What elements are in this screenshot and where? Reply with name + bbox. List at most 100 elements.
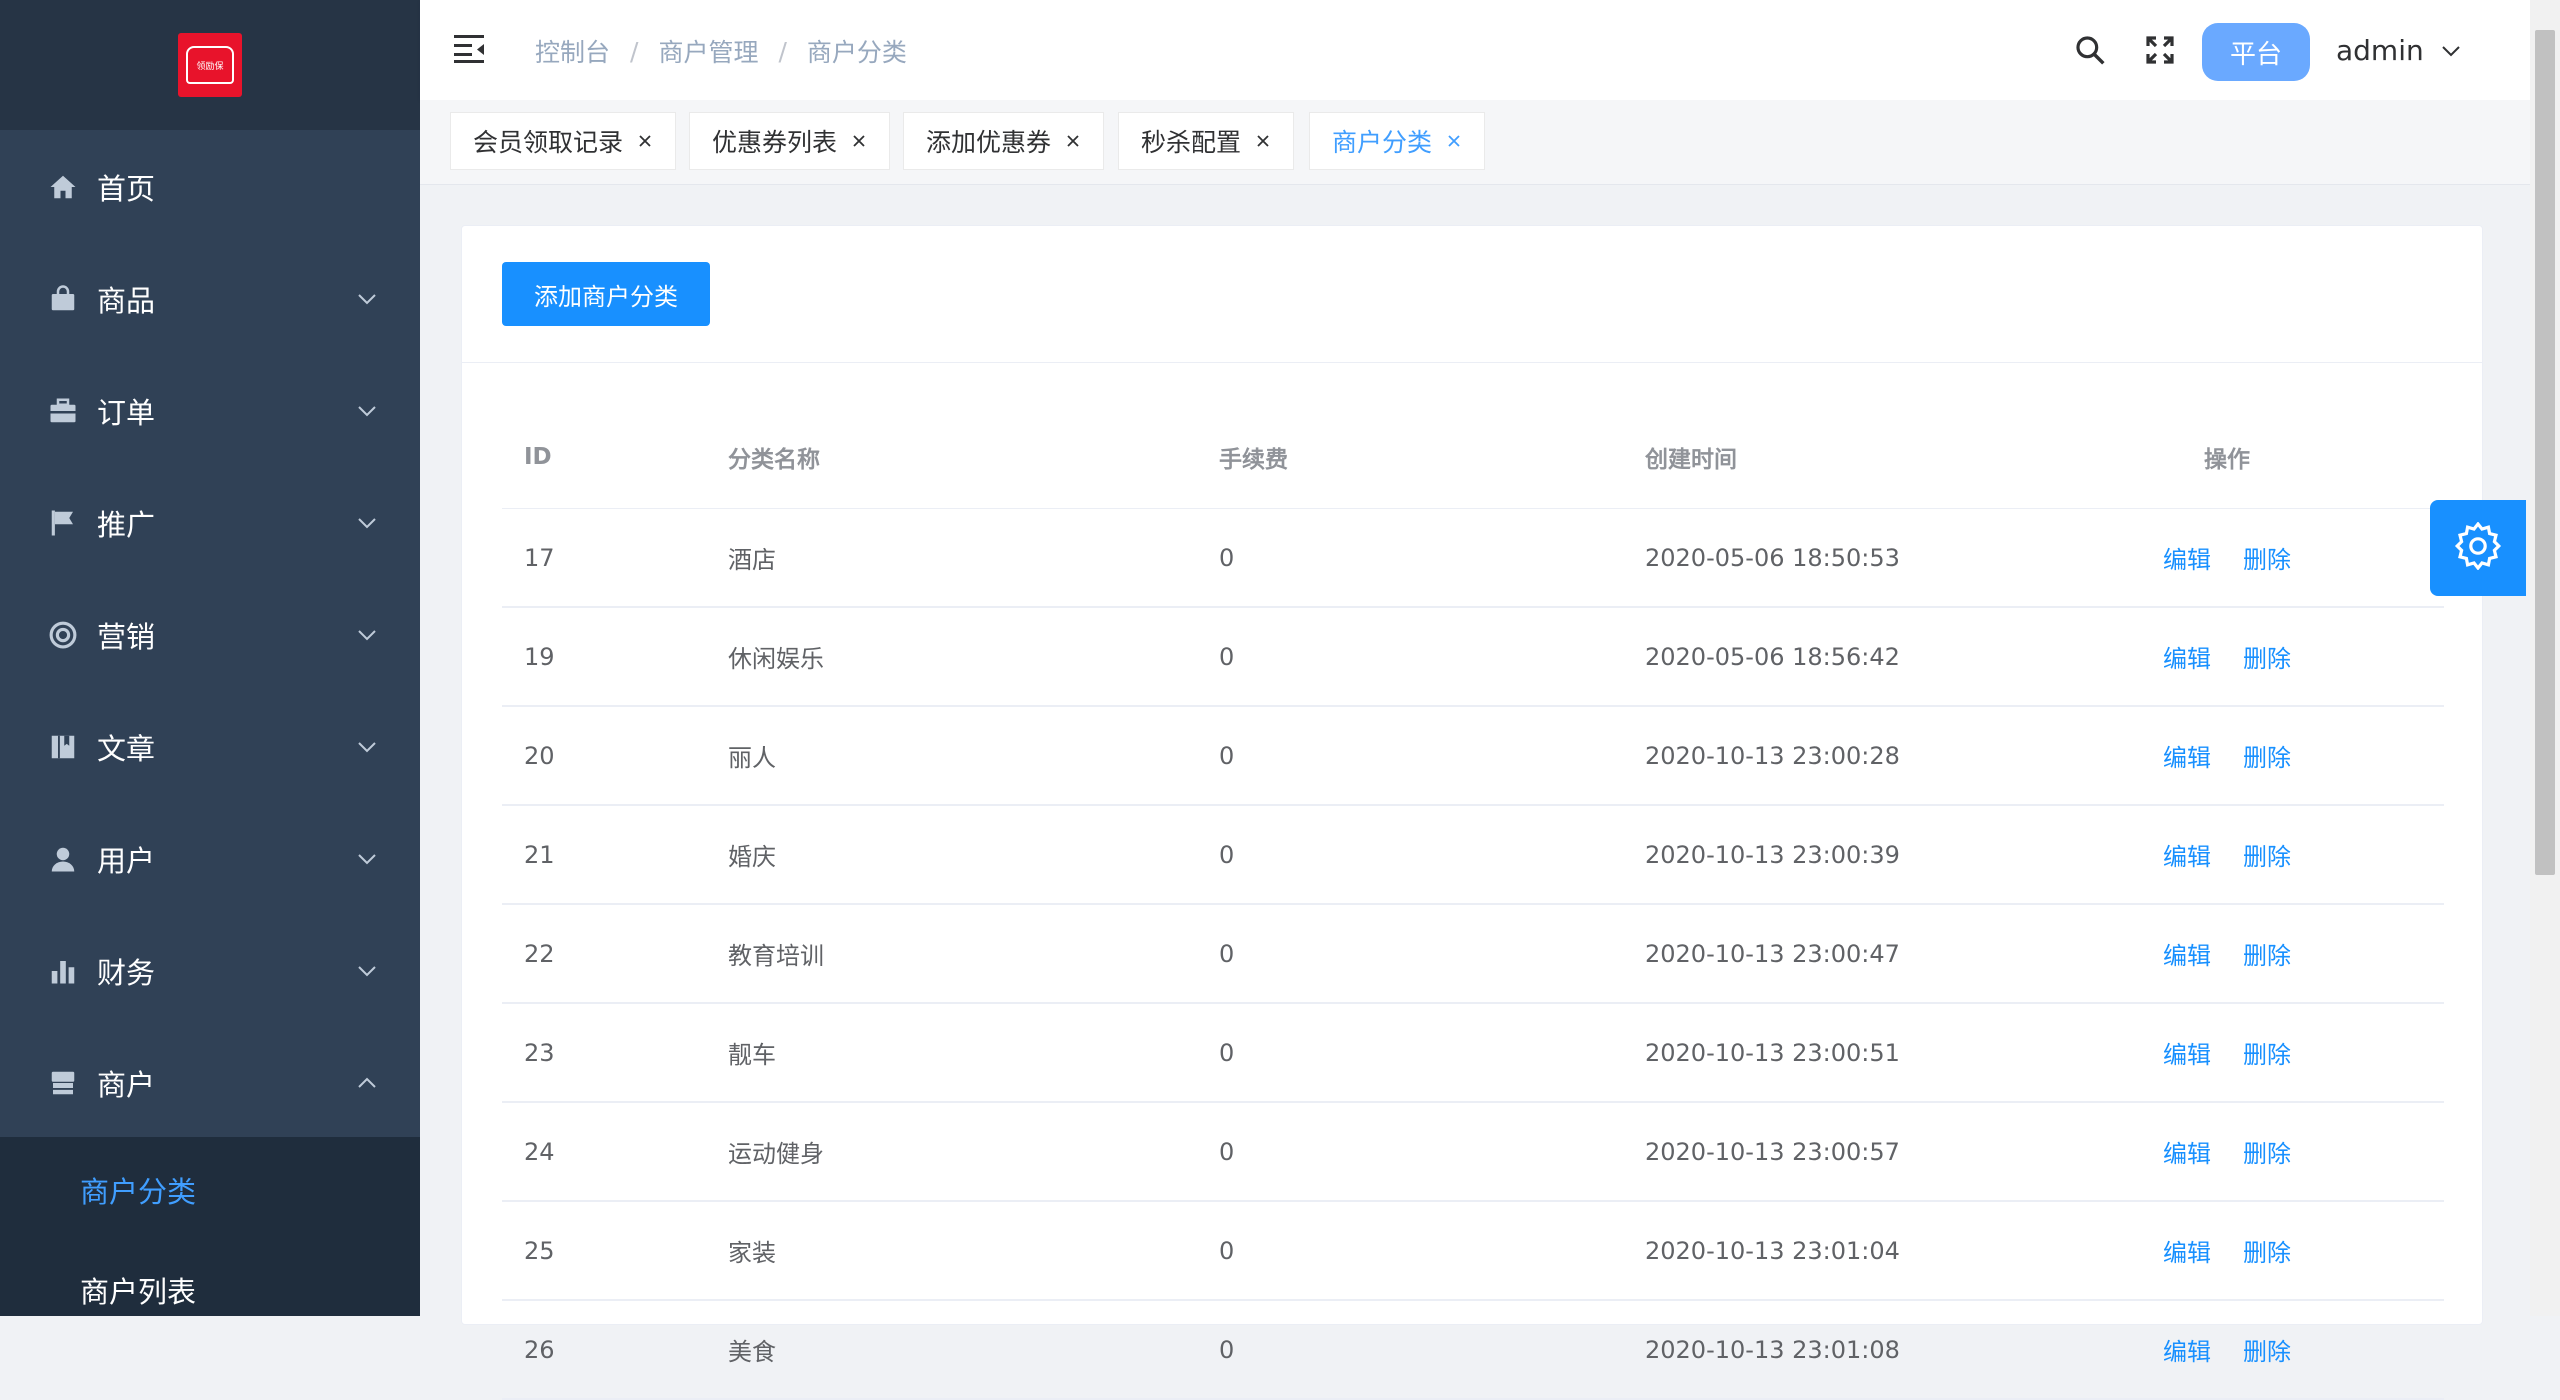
fullscreen-icon[interactable]	[2144, 34, 2176, 66]
delete-link[interactable]: 删除	[2243, 540, 2291, 575]
sidebar-item-label: 商户	[97, 1068, 156, 1102]
submenu-item-merchant-list[interactable]: 商户列表	[80, 1269, 196, 1311]
sidebar-item-label: 推广	[97, 508, 156, 542]
tag-label: 秒杀配置	[1141, 128, 1242, 157]
cell-fee: 0	[1219, 1236, 1235, 1265]
tag-member-claim-records[interactable]: 会员领取记录	[450, 112, 677, 170]
breadcrumb-item-merchant-category: 商户分类	[806, 38, 907, 67]
delete-link[interactable]: 删除	[2243, 639, 2291, 674]
home-icon	[46, 170, 80, 204]
cell-created-time: 2020-10-13 23:01:04	[1645, 1236, 1900, 1265]
user-dropdown[interactable]: admin	[2336, 34, 2462, 67]
breadcrumb-item-merchant-management[interactable]: 商户管理	[658, 33, 758, 69]
sidebar-item-orders[interactable]: 订单	[0, 355, 420, 467]
close-icon[interactable]	[1446, 133, 1462, 149]
book-icon	[46, 730, 80, 764]
cell-created-time: 2020-10-13 23:00:39	[1645, 840, 1900, 869]
delete-link[interactable]: 删除	[2243, 1134, 2291, 1169]
delete-link[interactable]: 删除	[2243, 837, 2291, 872]
cell-actions: 编辑 删除	[2077, 1004, 2377, 1101]
sidebar-item-merchants[interactable]: 商户	[0, 1027, 420, 1139]
submenu-item-merchant-category[interactable]: 商户分类	[80, 1169, 196, 1211]
close-icon[interactable]	[1065, 133, 1081, 149]
sidebar-item-finance[interactable]: 财务	[0, 915, 420, 1027]
cell-id: 24	[524, 1137, 555, 1166]
edit-link[interactable]: 编辑	[2163, 936, 2211, 971]
logo[interactable]: 领励保	[178, 33, 242, 97]
search-icon[interactable]	[2074, 34, 2106, 66]
tags-view: 会员领取记录 优惠券列表 添加优惠券 秒杀配置 商户分类	[420, 100, 2530, 185]
cell-name: 婚庆	[728, 843, 776, 871]
sidebar-item-promotion[interactable]: 推广	[0, 467, 420, 579]
tag-merchant-category[interactable]: 商户分类	[1309, 112, 1486, 170]
card-header: 添加商户分类	[462, 226, 2482, 363]
tag-flash-sale-config[interactable]: 秒杀配置	[1118, 112, 1295, 170]
cell-fee: 0	[1219, 840, 1235, 869]
page-scrollbar[interactable]	[2530, 0, 2560, 1316]
sidebar-item-marketing[interactable]: 营销	[0, 579, 420, 691]
chevron-down-icon	[356, 288, 378, 310]
column-header-created-time: 创建时间	[1645, 447, 1737, 473]
username: admin	[2336, 34, 2424, 67]
close-icon[interactable]	[1255, 133, 1271, 149]
briefcase-icon	[46, 394, 80, 428]
sidebar-item-articles[interactable]: 文章	[0, 691, 420, 803]
delete-link[interactable]: 删除	[2243, 738, 2291, 773]
cell-name: 酒店	[728, 546, 776, 574]
merchant-submenu: 商户分类 商户列表	[0, 1137, 420, 1316]
tag-label: 优惠券列表	[712, 128, 838, 157]
cell-actions: 编辑 删除	[2077, 1103, 2377, 1200]
close-icon[interactable]	[637, 133, 653, 149]
breadcrumb-item-dashboard[interactable]: 控制台	[535, 33, 610, 69]
table-row: 25 家装 0 2020-10-13 23:01:04 编辑 删除	[502, 1202, 2444, 1301]
lifebuoy-icon	[46, 618, 80, 652]
edit-link[interactable]: 编辑	[2163, 1332, 2211, 1367]
sidebar-item-goods[interactable]: 商品	[0, 243, 420, 355]
tag-coupon-list[interactable]: 优惠券列表	[689, 112, 891, 170]
breadcrumb-separator: /	[630, 36, 639, 66]
settings-button[interactable]	[2430, 500, 2526, 596]
sidebar-item-label: 用户	[97, 844, 156, 878]
scrollbar-thumb[interactable]	[2535, 30, 2555, 875]
column-header-fee: 手续费	[1219, 447, 1288, 473]
edit-link[interactable]: 编辑	[2163, 738, 2211, 773]
tag-add-coupon[interactable]: 添加优惠券	[903, 112, 1105, 170]
logo-text: 领励保	[186, 46, 234, 84]
cell-created-time: 2020-10-13 23:00:47	[1645, 939, 1900, 968]
cell-actions: 编辑 删除	[2077, 608, 2377, 705]
edit-link[interactable]: 编辑	[2163, 1134, 2211, 1169]
delete-link[interactable]: 删除	[2243, 1332, 2291, 1367]
hamburger-icon[interactable]	[454, 34, 486, 64]
table-row: 24 运动健身 0 2020-10-13 23:00:57 编辑 删除	[502, 1103, 2444, 1202]
cell-name: 教育培训	[728, 942, 824, 970]
edit-link[interactable]: 编辑	[2163, 1233, 2211, 1268]
cell-id: 25	[524, 1236, 555, 1265]
column-header-actions: 操作	[2204, 447, 2250, 473]
add-merchant-category-button[interactable]: 添加商户分类	[502, 262, 710, 326]
delete-link[interactable]: 删除	[2243, 936, 2291, 971]
sidebar-item-users[interactable]: 用户	[0, 803, 420, 915]
cell-id: 21	[524, 840, 555, 869]
delete-link[interactable]: 删除	[2243, 1035, 2291, 1070]
table-row: 21 婚庆 0 2020-10-13 23:00:39 编辑 删除	[502, 806, 2444, 905]
cell-name: 休闲娱乐	[728, 645, 824, 673]
cell-name: 家装	[728, 1239, 776, 1267]
cell-created-time: 2020-10-13 23:00:51	[1645, 1038, 1900, 1067]
sidebar-item-home[interactable]: 首页	[0, 131, 420, 243]
cell-name: 丽人	[728, 744, 776, 772]
sidebar-item-label: 首页	[97, 172, 156, 206]
platform-button[interactable]: 平台	[2202, 23, 2310, 81]
delete-link[interactable]: 删除	[2243, 1233, 2291, 1268]
column-header-name: 分类名称	[728, 447, 820, 473]
edit-link[interactable]: 编辑	[2163, 639, 2211, 674]
edit-link[interactable]: 编辑	[2163, 540, 2211, 575]
edit-link[interactable]: 编辑	[2163, 837, 2211, 872]
chevron-down-icon	[356, 960, 378, 982]
bar-chart-icon	[46, 954, 80, 988]
edit-link[interactable]: 编辑	[2163, 1035, 2211, 1070]
cell-created-time: 2020-10-13 23:00:57	[1645, 1137, 1900, 1166]
sidebar: 领励保 首页 商品 订单 推广 营销 文章 用户 财务 商户 商户分类 商户列表	[0, 0, 420, 1316]
close-icon[interactable]	[851, 133, 867, 149]
cell-actions: 编辑 删除	[2077, 509, 2377, 606]
cell-actions: 编辑 删除	[2077, 707, 2377, 804]
